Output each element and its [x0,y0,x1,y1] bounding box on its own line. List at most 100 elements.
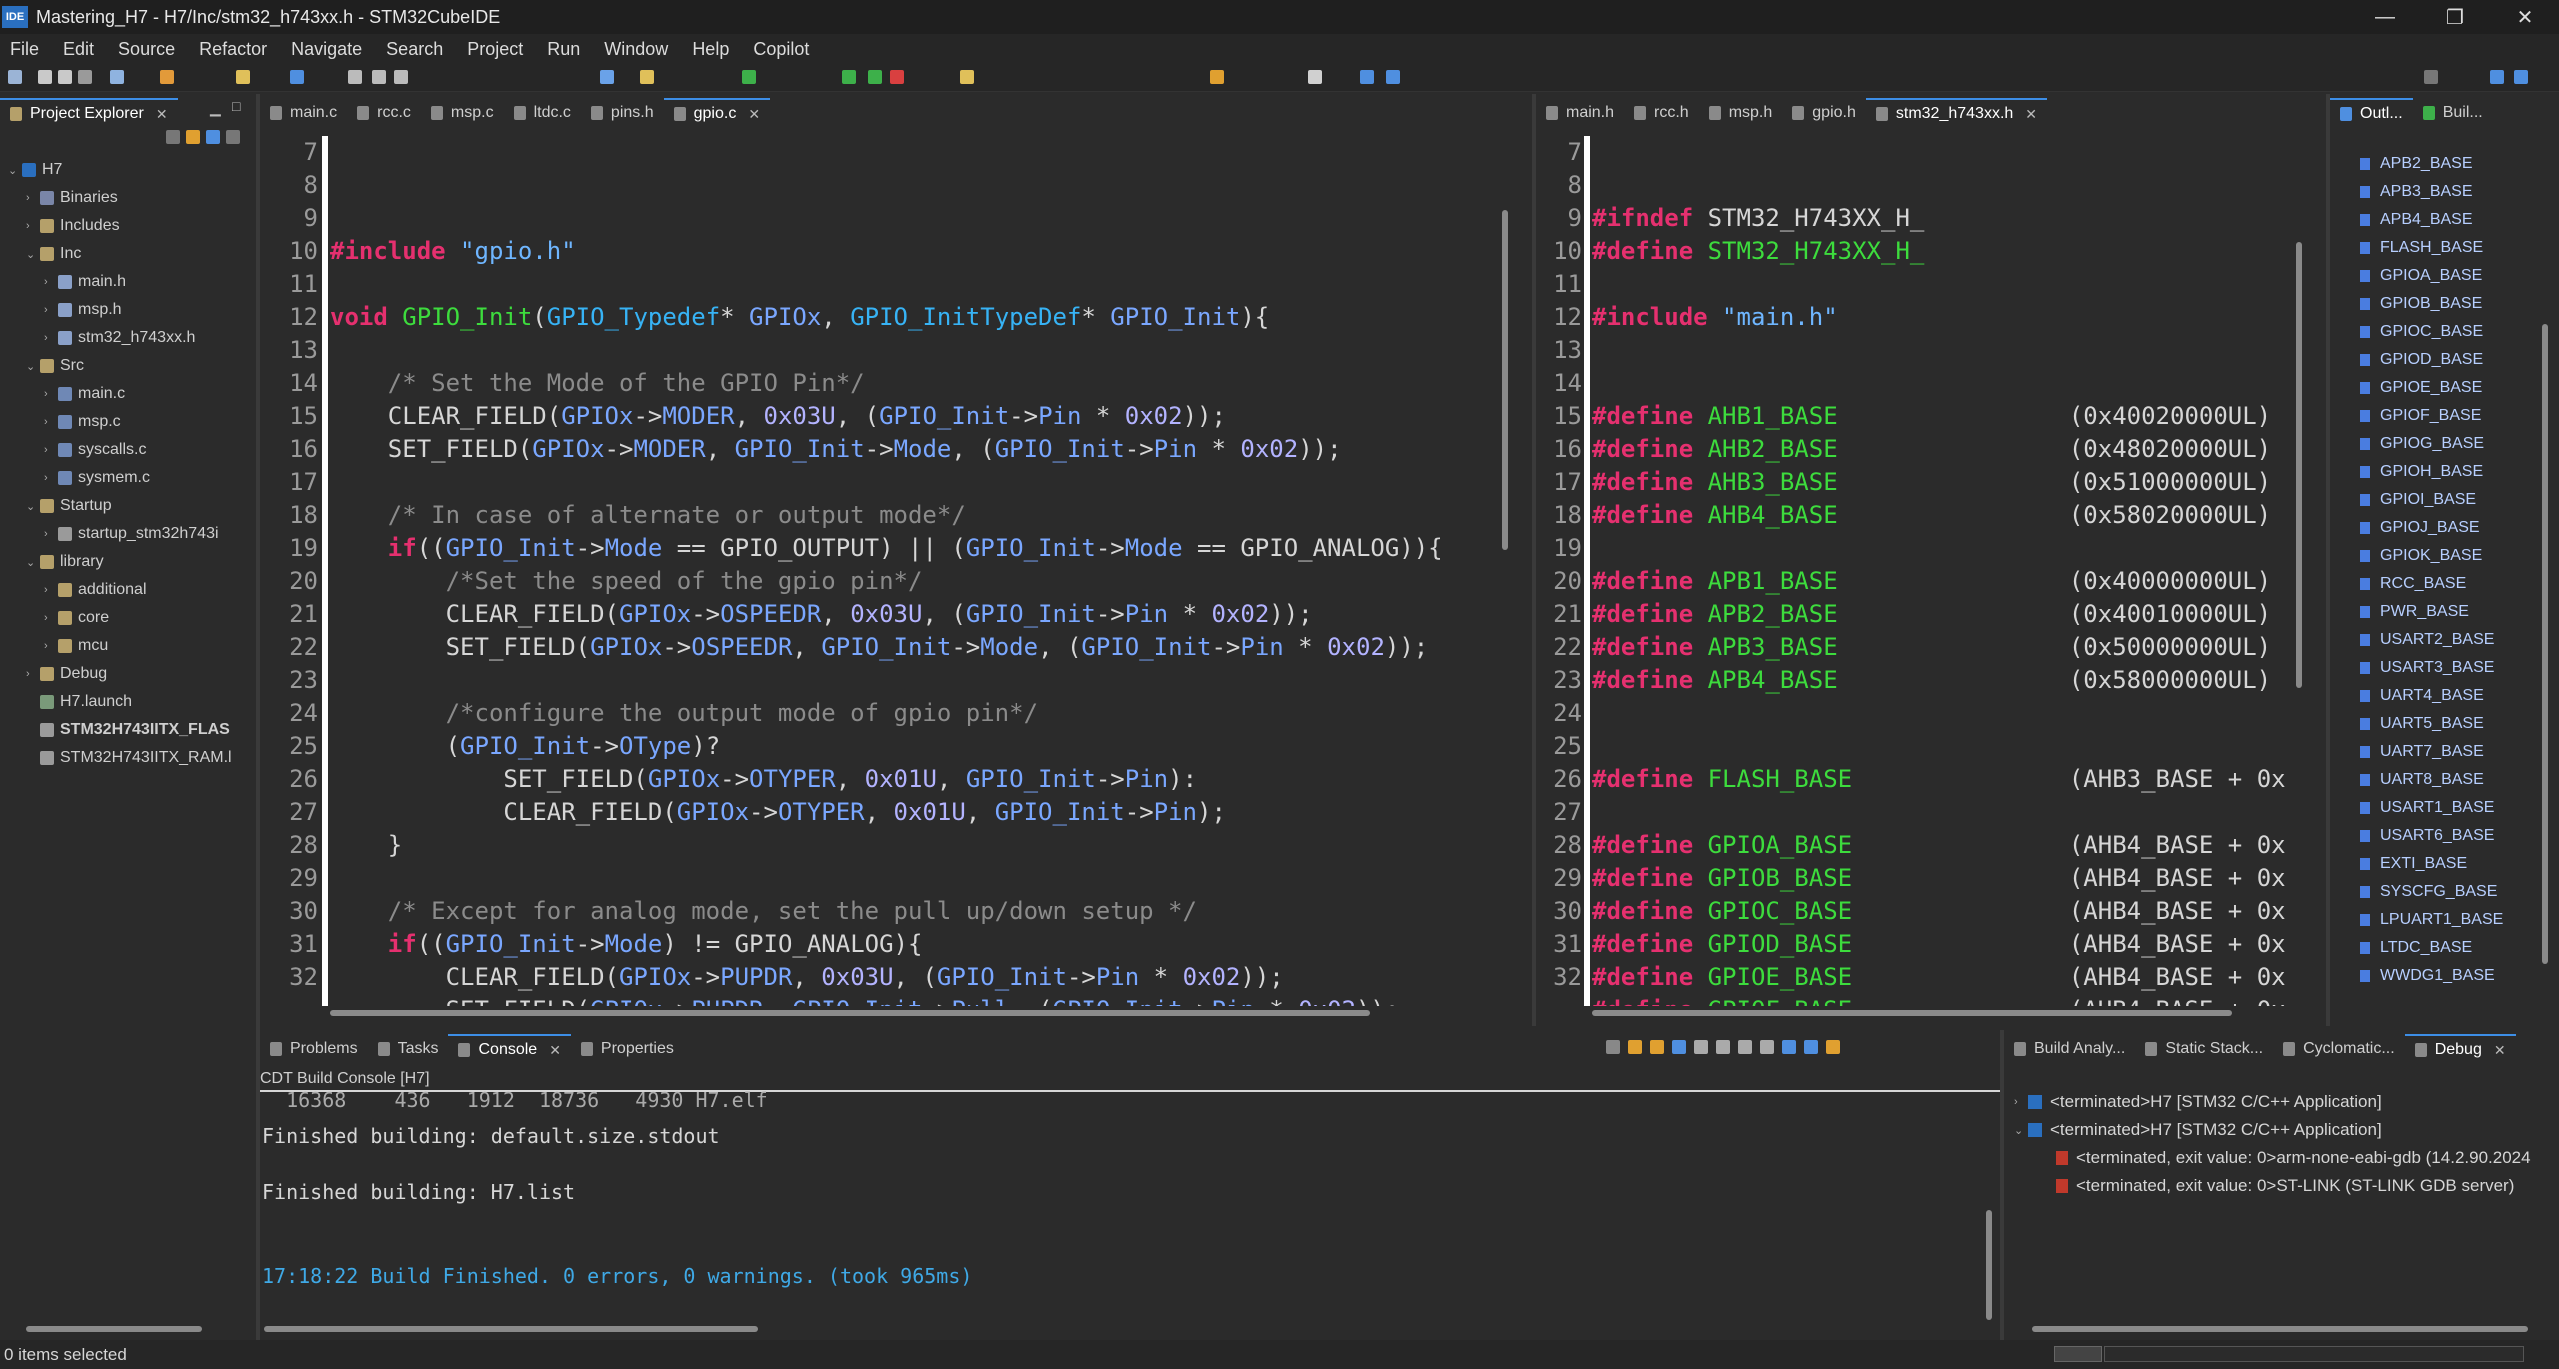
outline-item-usart2-base[interactable]: USART2_BASE [2360,626,2494,654]
word-wrap-icon[interactable] [1738,1040,1752,1054]
chevron-right-icon[interactable]: › [44,528,58,540]
collapse-all-icon[interactable] [166,130,180,144]
search-icon[interactable] [2424,70,2438,84]
outline-item-apb2-base[interactable]: APB2_BASE [2360,150,2473,178]
maximize-panel-icon[interactable]: □ [232,98,240,114]
outline-item-uart5-base[interactable]: UART5_BASE [2360,710,2484,738]
close-icon[interactable]: ✕ [748,106,760,123]
tree-item-stm32-h743xx-h[interactable]: › stm32_h743xx.h [44,324,195,352]
scroll-down-icon[interactable] [1628,1040,1642,1054]
tab-cyclomatic[interactable]: Cyclomatic... [2273,1034,2405,1064]
outline-item-gpioh-base[interactable]: GPIOH_BASE [2360,458,2483,486]
tab-project-explorer[interactable]: Project Explorer ✕ [0,98,178,128]
outline-item-rcc-base[interactable]: RCC_BASE [2360,570,2466,598]
close-icon[interactable]: ✕ [2494,1042,2506,1059]
tab-console[interactable]: Console ✕ [448,1034,571,1064]
debug-item[interactable]: › <terminated>H7 [STM32 C/C++ Application… [2014,1092,2382,1112]
console-icon[interactable] [290,70,304,84]
folder-icon[interactable] [640,70,654,84]
minimize-panel-icon[interactable]: ▁ [210,100,221,117]
left-vertical-scrollbar[interactable] [1502,210,1508,550]
tree-item-src[interactable]: ⌄ Src [26,352,84,380]
copy-icon[interactable] [1716,1040,1730,1054]
maximize-button[interactable]: ❐ [2420,0,2490,34]
chevron-right-icon[interactable]: › [44,612,58,624]
menu-refactor[interactable]: Refactor [189,39,281,60]
chevron-right-icon[interactable]: › [44,304,58,316]
outline-item-apb4-base[interactable]: APB4_BASE [2360,206,2473,234]
build-icon[interactable] [160,70,174,84]
tree-item-main-c[interactable]: › main.c [44,380,125,408]
tree-item-debug[interactable]: › Debug [26,660,107,688]
left-code-area[interactable]: #include "gpio.h" void GPIO_Init(GPIO_Ty… [330,136,1510,1006]
chevron-down-icon[interactable]: ⌄ [26,556,40,569]
chevron-down-icon[interactable]: ⌄ [8,164,22,177]
info-icon[interactable] [1386,70,1400,84]
left-horizontal-scrollbar[interactable] [330,1010,1370,1016]
debug-item[interactable]: <terminated, exit value: 0>ST-LINK (ST-L… [2056,1176,2514,1196]
tab-problems[interactable]: Problems [260,1034,368,1064]
menu-source[interactable]: Source [108,39,189,60]
pin-icon[interactable] [1360,70,1374,84]
menu-navigate[interactable]: Navigate [281,39,376,60]
tree-item-main-h[interactable]: › main.h [44,268,126,296]
terminate-icon[interactable] [1606,1040,1620,1054]
outline-item-pwr-base[interactable]: PWR_BASE [2360,598,2469,626]
tab-msp-c[interactable]: msp.c [421,98,504,128]
tree-item-stm32h743iitx-ram-l[interactable]: STM32H743IITX_RAM.l [26,744,232,772]
tree-item-stm32h743iitx-flas[interactable]: STM32H743IITX_FLAS [26,716,230,744]
outline-item-uart7-base[interactable]: UART7_BASE [2360,738,2484,766]
tab-rcc-c[interactable]: rcc.c [347,98,421,128]
chevron-right-icon[interactable]: › [26,668,40,680]
outline-item-gpiok-base[interactable]: GPIOK_BASE [2360,542,2482,570]
chevron-right-icon[interactable]: › [26,192,40,204]
resume-icon[interactable] [348,70,362,84]
new-icon[interactable] [8,70,22,84]
close-icon[interactable]: ✕ [2025,106,2037,123]
forward-icon[interactable] [1308,70,1322,84]
close-icon[interactable]: ✕ [156,106,168,123]
close-icon[interactable]: ✕ [549,1042,561,1059]
external-tools-icon[interactable] [890,70,904,84]
tree-item-h7[interactable]: ⌄ H7 [8,156,62,184]
pause-icon[interactable] [372,70,386,84]
tree-item-library[interactable]: ⌄ library [26,548,104,576]
outline-scrollbar[interactable] [2542,324,2548,964]
display-console-icon[interactable] [1804,1040,1818,1054]
link-editor-icon[interactable] [186,130,200,144]
debug-icon[interactable] [868,70,882,84]
chevron-right-icon[interactable]: › [26,220,40,232]
debug-item[interactable]: <terminated, exit value: 0>arm-none-eabi… [2056,1148,2531,1168]
tab-gpio-h[interactable]: gpio.h [1782,98,1866,128]
tree-item-inc[interactable]: ⌄ Inc [26,240,81,268]
save-icon[interactable] [38,70,52,84]
outline-item-flash-base[interactable]: FLASH_BASE [2360,234,2483,262]
outline-item-gpioe-base[interactable]: GPIOE_BASE [2360,374,2482,402]
print-icon[interactable] [78,70,92,84]
outline-item-gpiog-base[interactable]: GPIOG_BASE [2360,430,2484,458]
tree-item-includes[interactable]: › Includes [26,212,120,240]
tab-rcc-h[interactable]: rcc.h [1624,98,1699,128]
tree-item-syscalls-c[interactable]: › syscalls.c [44,436,146,464]
chevron-down-icon[interactable]: ⌄ [2014,1124,2028,1137]
tab-ltdc-c[interactable]: ltdc.c [504,98,581,128]
open-console-icon[interactable] [1826,1040,1840,1054]
outline-item-lpuart1-base[interactable]: LPUART1_BASE [2360,906,2503,934]
menu-edit[interactable]: Edit [53,39,108,60]
tab-build-targets[interactable]: Buil... [2413,98,2493,128]
menu-file[interactable]: File [0,39,53,60]
scroll-lock-icon[interactable] [1672,1040,1686,1054]
tree-item-binaries[interactable]: › Binaries [26,184,118,212]
run-icon[interactable] [842,70,856,84]
green-run-icon[interactable] [742,70,756,84]
tab-outline[interactable]: Outl... [2330,98,2413,128]
outline-item-gpioa-base[interactable]: GPIOA_BASE [2360,262,2482,290]
outline-item-apb3-base[interactable]: APB3_BASE [2360,178,2473,206]
tree-item-sysmem-c[interactable]: › sysmem.c [44,464,150,492]
tab-msp-h[interactable]: msp.h [1699,98,1783,128]
chevron-right-icon[interactable]: › [2014,1096,2028,1108]
menu-copilot[interactable]: Copilot [743,39,823,60]
chevron-down-icon[interactable]: ⌄ [26,248,40,261]
console-scrollbar[interactable] [1986,1210,1992,1320]
tab-properties[interactable]: Properties [571,1034,684,1064]
